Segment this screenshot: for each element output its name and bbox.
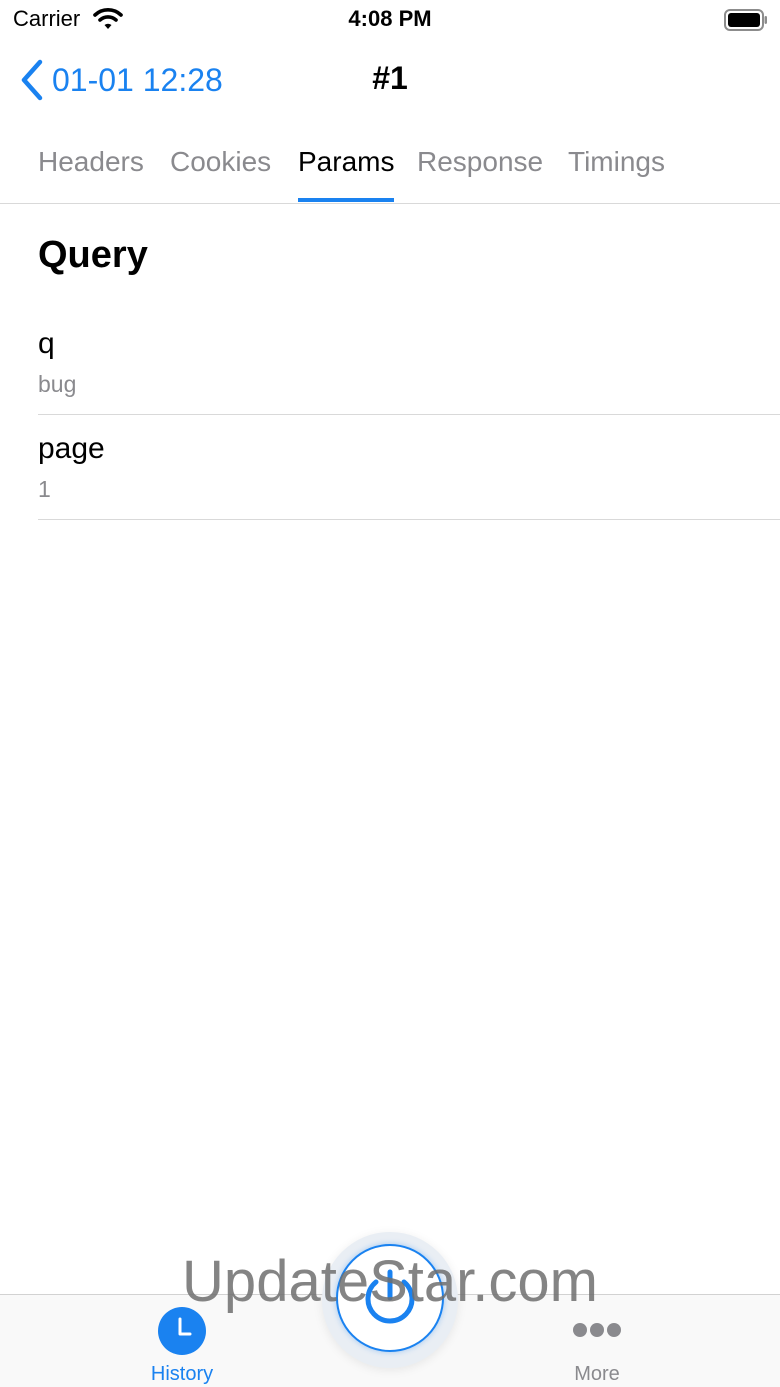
section-title-query: Query: [38, 234, 148, 276]
tab-params[interactable]: Params: [298, 146, 394, 178]
battery-icon: [724, 9, 767, 31]
tab-headers[interactable]: Headers: [38, 146, 144, 178]
tabbar-label-history: History: [150, 1363, 214, 1385]
param-key: page: [38, 432, 105, 465]
param-value: bug: [38, 371, 77, 397]
record-power-button[interactable]: [322, 1232, 458, 1368]
param-row[interactable]: page 1: [38, 415, 780, 520]
more-dots-icon[interactable]: [573, 1322, 621, 1338]
tabbar-item-more[interactable]: More: [517, 1295, 677, 1387]
tab-response[interactable]: Response: [417, 146, 543, 178]
param-row[interactable]: q bug: [38, 310, 780, 415]
status-bar: Carrier 4:08 PM: [0, 0, 780, 40]
clock-icon[interactable]: [158, 1307, 206, 1355]
power-icon: [365, 1269, 415, 1324]
active-tab-indicator: [298, 198, 394, 202]
param-value: 1: [38, 476, 51, 502]
status-time: 4:08 PM: [348, 6, 432, 31]
tabbar-label-more: More: [574, 1363, 620, 1385]
screen: Carrier 4:08 PM 01-01 12:28 #1 Headers C…: [0, 0, 780, 1387]
detail-tabs: Headers Cookies Params Response Timings: [0, 130, 780, 204]
page-title: #1: [372, 60, 408, 96]
tab-cookies[interactable]: Cookies: [170, 146, 271, 178]
param-key: q: [38, 327, 55, 360]
record-power-button-inner: [336, 1244, 444, 1352]
tab-timings[interactable]: Timings: [568, 146, 665, 178]
